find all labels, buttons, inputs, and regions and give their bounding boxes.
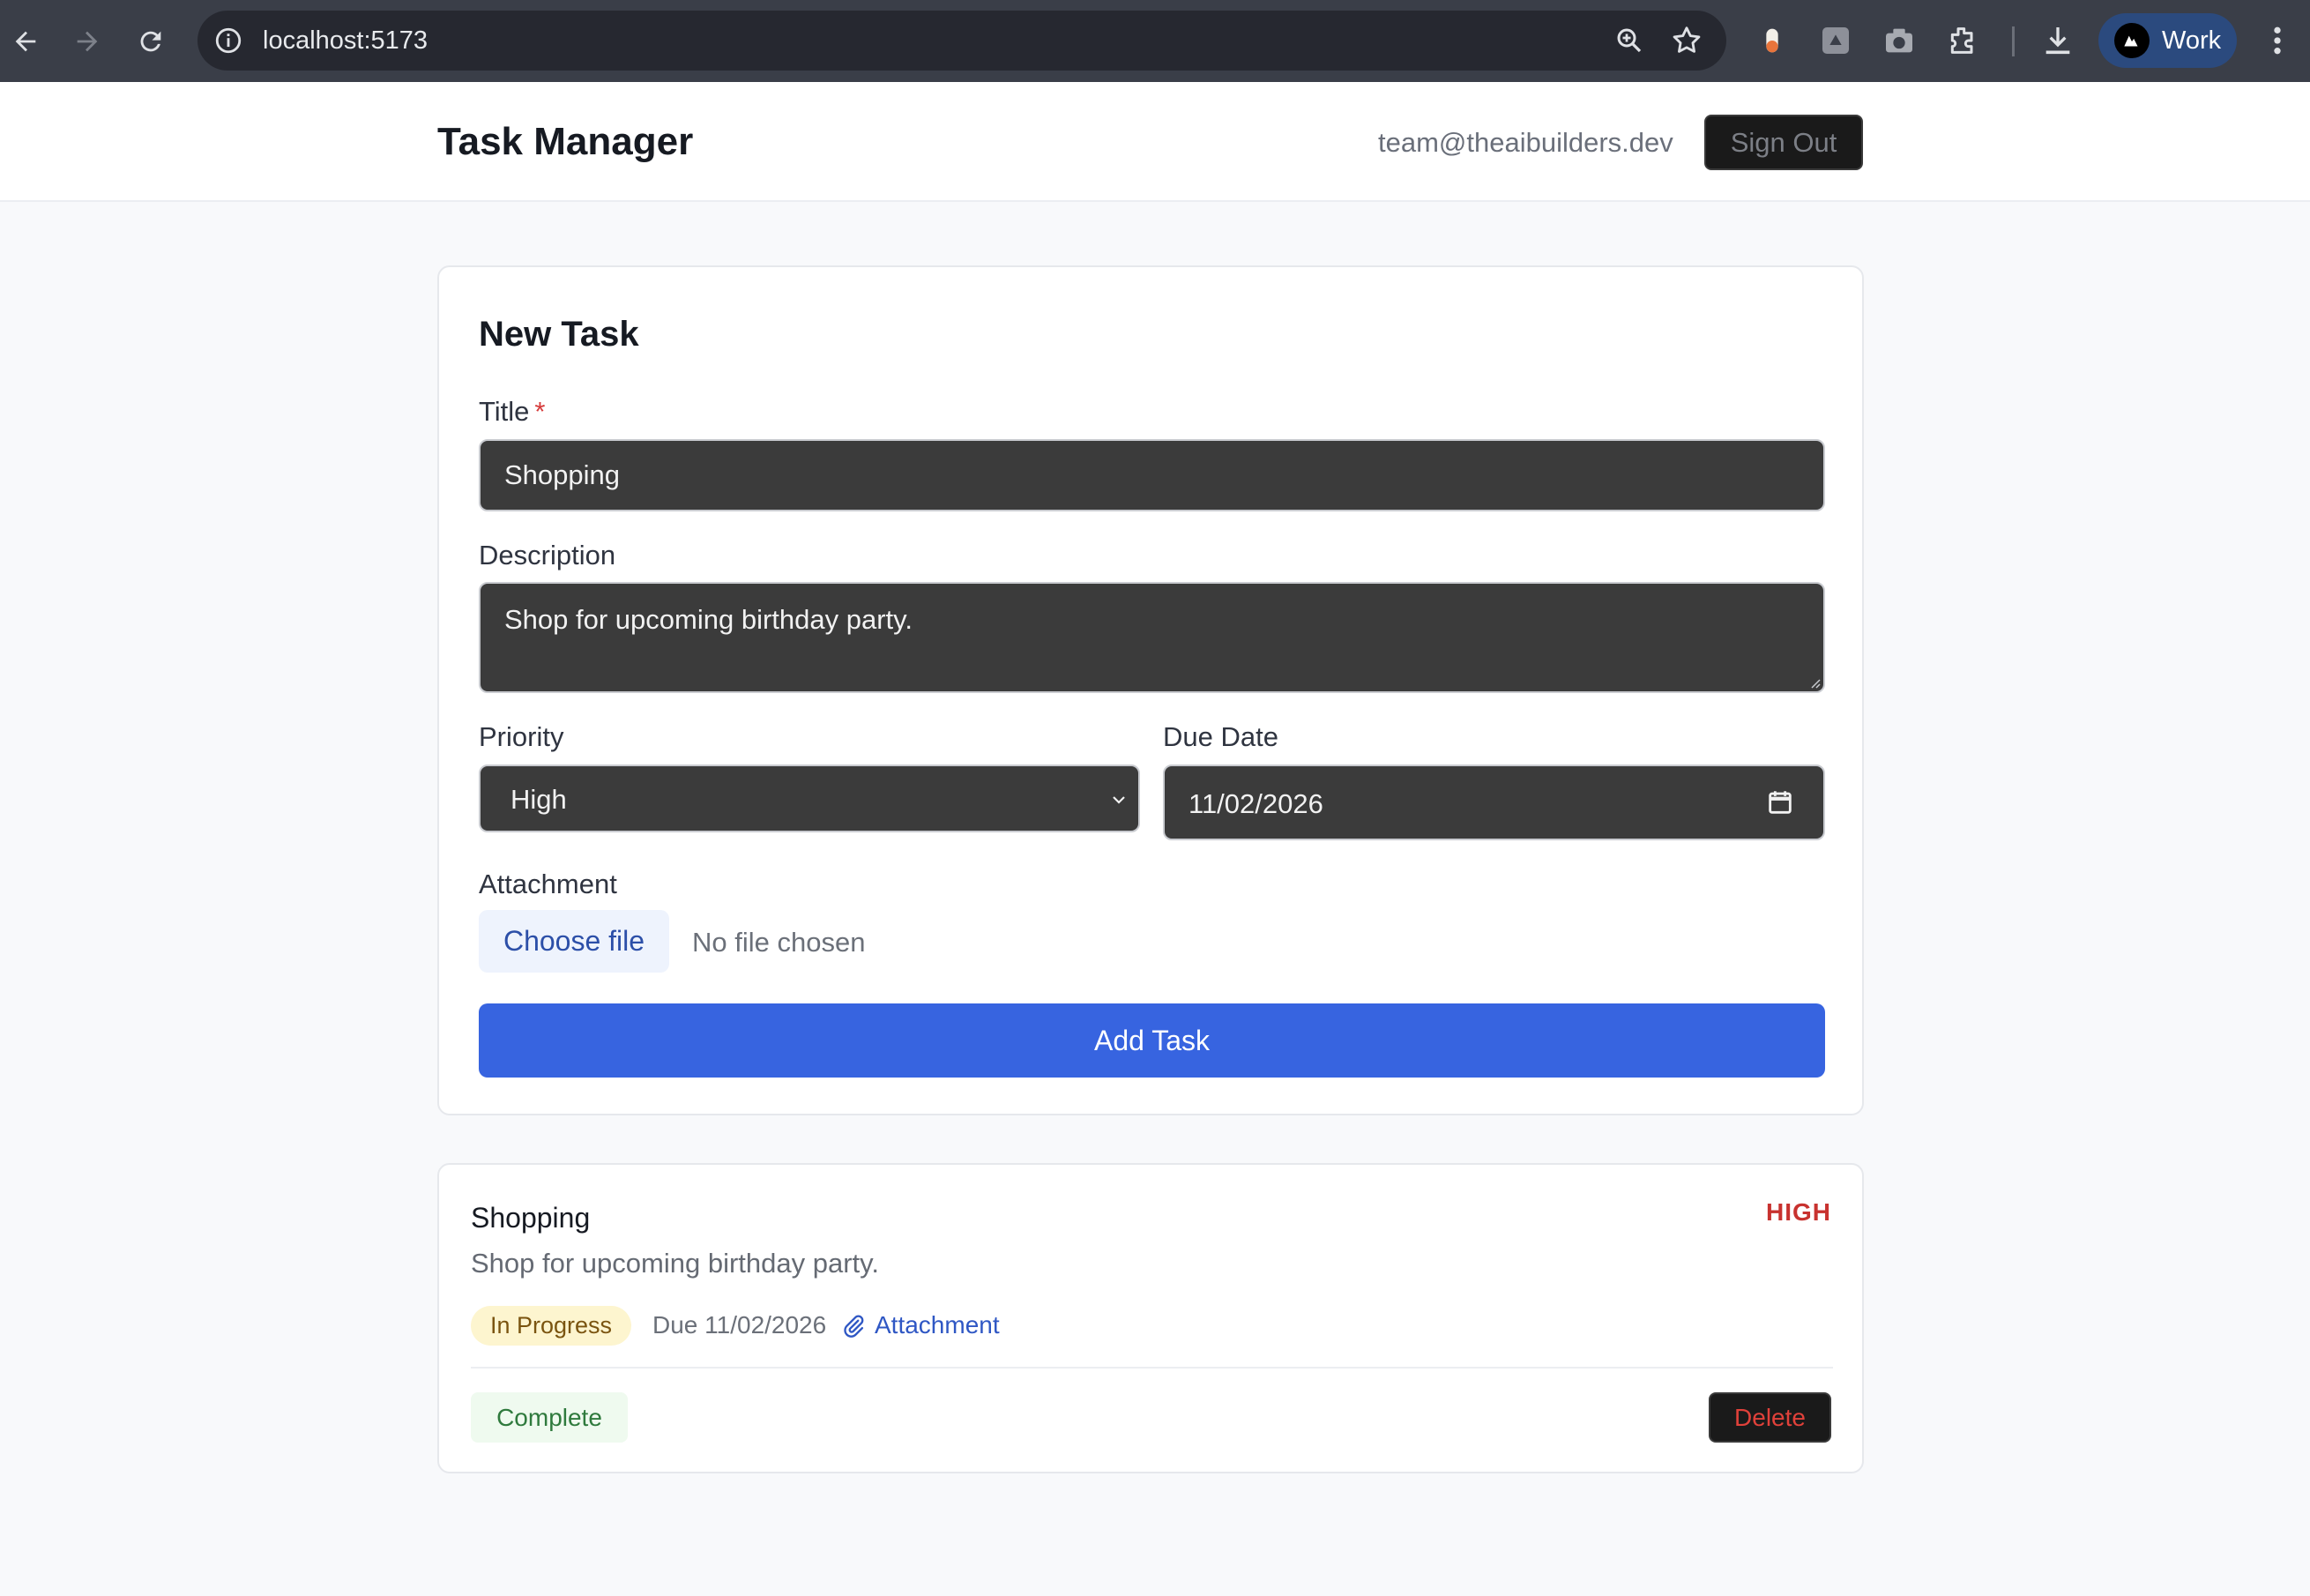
title-label-text: Title — [479, 396, 530, 427]
attachment-link[interactable]: Attachment — [841, 1308, 1000, 1343]
app-title: Task Manager — [437, 120, 694, 163]
profile-avatar-icon — [2114, 23, 2150, 58]
site-info-icon[interactable] — [213, 26, 243, 56]
app-header: Task Manager team@theaibuilders.dev Sign… — [0, 82, 2310, 202]
extension-pill-icon[interactable] — [1755, 23, 1790, 58]
due-date-label: Due Date — [1163, 721, 1278, 752]
required-mark: * — [534, 396, 546, 427]
sign-out-button[interactable]: Sign Out — [1704, 115, 1863, 170]
toolbar-divider — [2012, 26, 2015, 56]
task-description: Shop for upcoming birthday party. — [471, 1248, 879, 1279]
reload-icon[interactable] — [129, 19, 173, 63]
calendar-icon[interactable] — [1765, 787, 1795, 817]
camera-icon[interactable] — [1882, 23, 1917, 58]
choose-file-button[interactable]: Choose file — [479, 910, 669, 973]
forward-arrow-icon[interactable] — [65, 19, 109, 63]
task-item: Shopping HIGH Shop for upcoming birthday… — [437, 1163, 1864, 1473]
user-email: team@theaibuilders.dev — [1378, 127, 1673, 158]
title-input[interactable]: Shopping — [479, 439, 1825, 511]
profile-label: Work — [2162, 26, 2222, 55]
status-badge: In Progress — [471, 1306, 632, 1346]
priority-select-value: High — [510, 784, 567, 815]
extension-box-icon[interactable] — [1818, 23, 1853, 58]
description-textarea-value: Shop for upcoming birthday party. — [504, 604, 913, 635]
due-date-input-value: 11/02/2026 — [1189, 788, 1323, 819]
downloads-icon[interactable] — [2040, 23, 2075, 58]
due-date-input[interactable]: 11/02/2026 — [1163, 764, 1825, 840]
new-task-form: New Task Title * Shopping Description Sho… — [437, 265, 1864, 1115]
back-arrow-icon[interactable] — [4, 19, 48, 63]
profile-button[interactable]: Work — [2098, 13, 2237, 68]
address-bar[interactable]: localhost:5173 — [197, 11, 1726, 71]
chevron-down-icon — [1113, 796, 1125, 804]
description-textarea[interactable]: Shop for upcoming birthday party. — [479, 582, 1825, 693]
bookmark-star-icon[interactable] — [1670, 24, 1703, 57]
task-title: Shopping — [471, 1202, 591, 1234]
extension-icon[interactable] — [1945, 23, 1980, 58]
url-text[interactable]: localhost:5173 — [263, 25, 428, 56]
title-label: Title * — [479, 395, 546, 429]
delete-button[interactable]: Delete — [1709, 1392, 1831, 1443]
no-file-text: No file chosen — [692, 927, 866, 958]
attachment-link-label: Attachment — [875, 1311, 1000, 1339]
add-task-button[interactable]: Add Task — [479, 1003, 1825, 1078]
paperclip-icon — [844, 1315, 864, 1338]
task-divider — [471, 1367, 1833, 1369]
resize-grip-icon[interactable] — [1808, 676, 1821, 689]
zoom-icon[interactable] — [1613, 25, 1645, 56]
description-label: Description — [479, 540, 616, 571]
priority-label: Priority — [479, 721, 564, 752]
complete-button[interactable]: Complete — [471, 1392, 628, 1443]
task-due-date: Due 11/02/2026 — [652, 1311, 827, 1339]
priority-select[interactable]: High — [479, 764, 1140, 832]
menu-dots-icon[interactable] — [2264, 23, 2291, 58]
form-heading: New Task — [479, 315, 639, 354]
attachment-label: Attachment — [479, 869, 617, 899]
task-priority-badge: HIGH — [1766, 1198, 1831, 1226]
browser-toolbar: localhost:5173 Work — [0, 0, 2310, 82]
title-input-value: Shopping — [504, 459, 621, 490]
